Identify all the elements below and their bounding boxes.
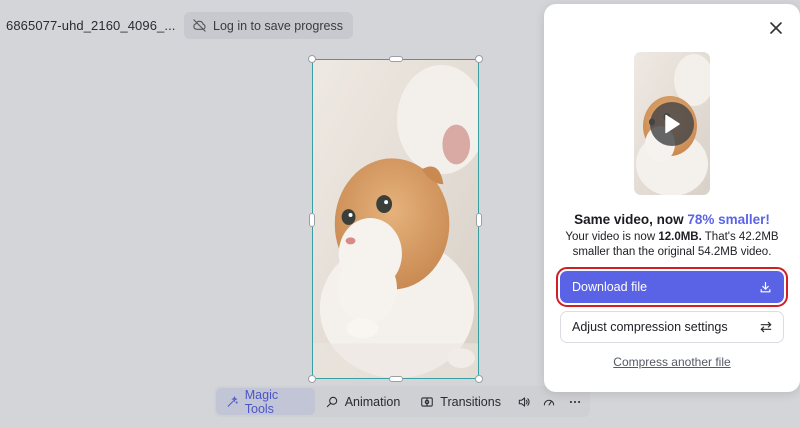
resize-handle-tr[interactable]	[475, 55, 483, 63]
download-file-button[interactable]: Download file	[556, 267, 788, 307]
volume-icon	[518, 396, 530, 407]
play-icon	[665, 114, 680, 134]
result-headline: Same video, now 78% smaller!	[544, 212, 800, 227]
animation-label: Animation	[344, 394, 401, 409]
editor-toolbar: Magic Tools Animation Transitions	[214, 386, 590, 417]
video-canvas[interactable]	[308, 55, 483, 383]
magic-tools-button[interactable]: Magic Tools	[216, 387, 315, 416]
resize-handle-bl[interactable]	[308, 375, 316, 383]
sparkle-wand-icon	[227, 395, 238, 407]
cat-video-frame	[313, 60, 478, 378]
sub-line2: smaller than the original 54.2MB video.	[572, 246, 772, 258]
volume-button[interactable]	[511, 388, 537, 415]
download-icon	[760, 281, 771, 292]
magic-tools-label: Magic Tools	[244, 387, 279, 416]
close-button[interactable]	[768, 20, 784, 36]
speed-button[interactable]	[537, 388, 563, 415]
compress-another-link[interactable]: Compress another file	[544, 355, 800, 369]
login-button[interactable]: Log in to save progress	[184, 12, 353, 39]
transitions-button[interactable]: Transitions	[410, 388, 511, 415]
speed-gauge-icon	[544, 399, 555, 405]
sub-line1-post: That's 42.2MB	[701, 231, 779, 243]
result-description: Your video is now 12.0MB. That's 42.2MB …	[558, 230, 786, 260]
resize-handle-left[interactable]	[309, 213, 315, 227]
login-label: Log in to save progress	[213, 18, 343, 33]
resize-handle-br[interactable]	[475, 375, 483, 383]
resize-handle-bottom[interactable]	[389, 376, 403, 382]
animation-icon	[326, 396, 337, 407]
swap-arrows-icon	[760, 321, 772, 333]
sub-line1-pre: Your video is now	[565, 231, 659, 243]
transitions-label: Transitions	[440, 394, 501, 409]
close-icon	[770, 22, 782, 34]
project-title[interactable]: 6865077-uhd_2160_4096_...	[6, 18, 176, 33]
transitions-icon	[421, 396, 434, 407]
video-preview[interactable]	[634, 52, 710, 195]
download-label: Download file	[572, 280, 648, 294]
adjust-label: Adjust compression settings	[572, 320, 728, 334]
play-button[interactable]	[650, 102, 694, 146]
more-button[interactable]	[562, 388, 588, 415]
compression-result-panel: Same video, now 78% smaller! Your video …	[544, 4, 800, 392]
animation-button[interactable]: Animation	[315, 388, 411, 415]
resize-handle-tl[interactable]	[308, 55, 316, 63]
new-size-value: 12.0MB.	[658, 231, 702, 243]
adjust-compression-button[interactable]: Adjust compression settings	[560, 311, 784, 343]
resize-handle-top[interactable]	[389, 56, 403, 62]
cloud-off-icon	[193, 19, 206, 32]
headline-accent: 78% smaller!	[687, 212, 770, 227]
resize-handle-right[interactable]	[476, 213, 482, 227]
headline-prefix: Same video, now	[574, 212, 688, 227]
more-icon	[570, 400, 581, 403]
